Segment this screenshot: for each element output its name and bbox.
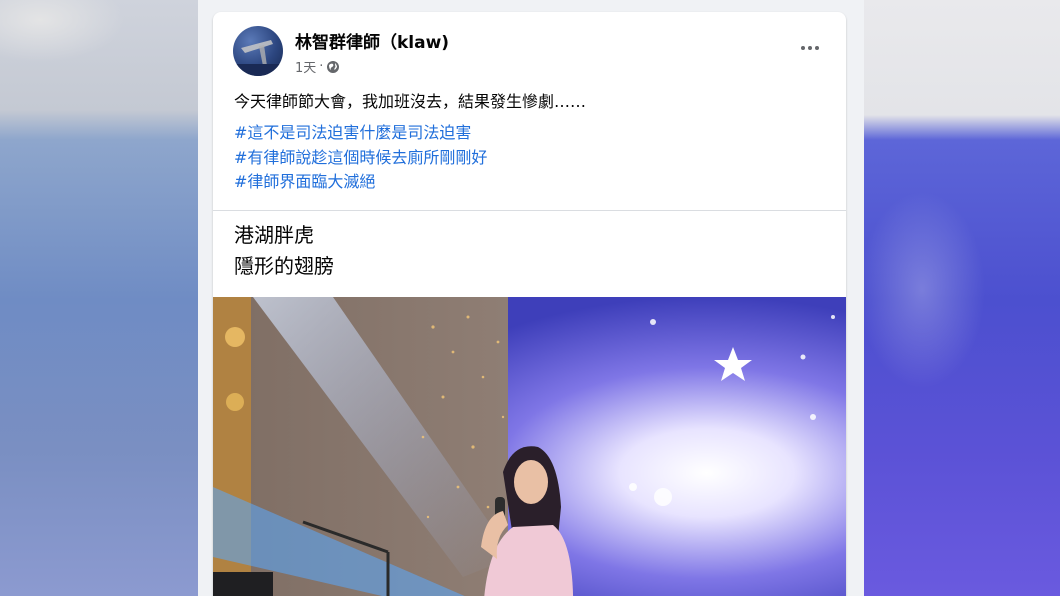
hashtag-link[interactable]: #這不是司法迫害什麼是司法迫害 [234, 121, 487, 146]
hashtag-list: #這不是司法迫害什麼是司法迫害 #有律師說趁這個時候去廁所剛剛好 #律師界面臨大… [234, 121, 487, 195]
more-dot [801, 46, 805, 50]
video-caption-line1: 港湖胖虎 [234, 223, 314, 247]
globe-icon[interactable] [326, 60, 340, 74]
more-options-icon[interactable] [796, 38, 824, 58]
divider [213, 210, 846, 211]
news-feed: 林智群律師（klaw) 1天 · 今天律師節大會，我加班沒去，結果發生慘劇…… … [198, 0, 864, 596]
hashtag-link[interactable]: #律師界面臨大滅絕 [234, 170, 487, 195]
video-frame [213, 297, 846, 596]
more-dot [808, 46, 812, 50]
background-right-blur [862, 0, 1060, 596]
author-name[interactable]: 林智群律師（klaw) [295, 28, 449, 53]
more-dot [815, 46, 819, 50]
post-timestamp[interactable]: 1天 [295, 57, 316, 76]
video-player[interactable] [213, 297, 846, 596]
video-caption-line2: 隱形的翅膀 [234, 254, 334, 278]
avatar[interactable] [233, 26, 283, 76]
feed-post: 林智群律師（klaw) 1天 · 今天律師節大會，我加班沒去，結果發生慘劇…… … [213, 12, 846, 596]
background-left-blur [0, 0, 200, 596]
meta-separator: · [319, 59, 324, 74]
hashtag-link[interactable]: #有律師說趁這個時候去廁所剛剛好 [234, 146, 487, 171]
video-caption: 港湖胖虎 隱形的翅膀 [234, 220, 334, 282]
post-text: 今天律師節大會，我加班沒去，結果發生慘劇…… [234, 92, 587, 111]
post-meta: 1天 · [295, 57, 340, 76]
